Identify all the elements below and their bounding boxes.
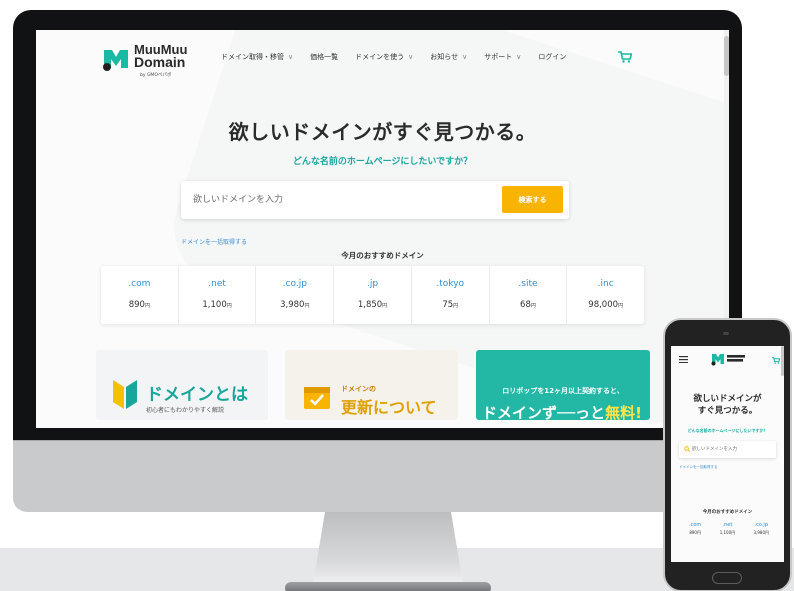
nav-item-use-domain[interactable]: ドメインを使う ∨ <box>355 52 413 62</box>
logo-line2: Domain <box>134 54 186 70</box>
cart-icon[interactable] <box>772 357 780 364</box>
mobile-recommended-title: 今月のおすすめドメイン <box>702 510 753 515</box>
mobile-title-line1: 欲しいドメインが <box>693 394 762 404</box>
nav-item-support[interactable]: サポート ∨ <box>484 52 521 62</box>
nav-label: お知らせ <box>430 53 459 61</box>
tld-item[interactable]: .com 890円 <box>101 266 179 324</box>
tld-name: .tokyo <box>436 279 465 289</box>
desktop-monitor: MuuMuu Domain by GMOペパボ ドメイン取得・移管 ∨ 価格一覧 … <box>13 10 742 591</box>
monitor-stand <box>313 512 463 584</box>
nav-label: 価格一覧 <box>310 53 339 61</box>
logo-sublabel: by GMOペパボ <box>140 73 172 78</box>
mobile-search-input[interactable] <box>692 441 772 458</box>
hero-title: 欲しいドメインがすぐ見つかる。 <box>228 120 537 144</box>
nav-label: ドメイン取得・移管 <box>221 53 284 61</box>
banner-free-domain[interactable]: ロリポップを12ヶ月以上契約すると、 ドメインず──っと無料! <box>476 350 650 422</box>
domain-search-input[interactable] <box>193 181 493 219</box>
domain-search-box: 検索する <box>181 181 569 219</box>
tld-price: 68円 <box>520 300 536 310</box>
tld-name: .net <box>208 279 226 289</box>
mobile-tld-list: .com 890円 .net 1,100円 .co.jp 3,980円 <box>689 522 769 536</box>
chevron-down-icon: ∨ <box>408 53 414 61</box>
tld-name: .net <box>722 522 733 528</box>
tld-name: .co.jp <box>282 279 307 289</box>
tld-item[interactable]: .net 1,100円 <box>720 522 735 536</box>
cart-icon[interactable] <box>618 51 632 63</box>
recommended-tld-card: .com 890円 .net 1,100円 .co.jp 3,980円 .jp 1,85… <box>101 266 644 324</box>
monitor-chin <box>13 440 742 512</box>
logo-wordmark: MuuMuu Domain <box>134 43 187 69</box>
tld-price: 1,850円 <box>357 300 388 310</box>
tld-item[interactable]: .co.jp 3,980円 <box>256 266 335 324</box>
banner1-subtitle: 初心者にもわかりやすく解説 <box>146 407 225 414</box>
tld-item[interactable]: .jp 1,850円 <box>334 266 412 324</box>
muumuu-logo-icon <box>103 50 128 71</box>
mobile-phone: 欲しいドメインが すぐ見つかる。 どんな名前のホームページにしたいですか？ ドメ… <box>663 318 792 591</box>
chevron-down-icon: ∨ <box>288 53 294 61</box>
nav-item-login[interactable]: ログイン <box>538 52 566 62</box>
banner-what-is-domain[interactable]: ドメインとは 初心者にもわかりやすく解説 <box>96 350 268 420</box>
banner2-title: 更新について <box>341 398 437 417</box>
muumuu-logo-icon[interactable] <box>711 352 751 366</box>
tld-item[interactable]: .com 890円 <box>689 522 701 536</box>
chevron-down-icon: ∨ <box>516 53 522 61</box>
mobile-hero-subtitle: どんな名前のホームページにしたいですか？ <box>687 428 768 433</box>
site-logo[interactable]: MuuMuu Domain by GMOペパボ <box>96 42 196 82</box>
tld-name: .site <box>518 279 538 289</box>
nav-label: ログイン <box>538 53 567 61</box>
tld-name: .inc <box>597 279 614 289</box>
tld-item[interactable]: .tokyo 75円 <box>412 266 490 324</box>
main-nav: ドメイン取得・移管 ∨ 価格一覧 ドメインを使う ∨ お知らせ ∨ サポート ∨ ログイ… <box>221 52 583 62</box>
tld-price: 1,100円 <box>202 300 232 310</box>
tld-price: 3,980円 <box>280 300 310 310</box>
nav-item-price-list[interactable]: 価格一覧 <box>310 52 338 62</box>
desktop-screen: MuuMuu Domain by GMOペパボ ドメイン取得・移管 ∨ 価格一覧 … <box>36 30 729 428</box>
phone-home-button[interactable] <box>712 572 742 584</box>
mobile-scrollbar[interactable] <box>781 346 784 376</box>
tld-name: .com <box>689 522 702 528</box>
tld-price: 890円 <box>689 530 701 535</box>
tld-price: 1,100円 <box>719 530 736 535</box>
chevron-down-icon: ∨ <box>462 53 468 61</box>
device-mockup-stage: MuuMuu Domain by GMOペパボ ドメイン取得・移管 ∨ 価格一覧 … <box>0 0 794 591</box>
tld-price: 3,980円 <box>753 530 769 535</box>
calendar-check-icon <box>304 387 330 409</box>
site-header: MuuMuu Domain by GMOペパボ ドメイン取得・移管 ∨ 価格一覧 … <box>96 42 656 82</box>
banner1-title: ドメインとは <box>146 385 248 405</box>
mobile-title-line2: すぐ見つかる。 <box>697 406 758 416</box>
banner2-small: ドメインの <box>341 385 376 393</box>
bulk-register-link[interactable]: ドメインを一括取得する <box>181 237 247 246</box>
mobile-bulk-register-link[interactable]: ドメインを一括取得する <box>679 465 718 470</box>
phone-speaker <box>723 332 729 335</box>
tld-name: .co.jp <box>754 522 768 528</box>
tld-price: 98,000円 <box>588 300 624 310</box>
recommended-title: 今月のおすすめドメイン <box>341 251 424 260</box>
search-button[interactable]: 検索する <box>502 186 563 213</box>
tld-name: .com <box>128 279 151 289</box>
mobile-hero-title: 欲しいドメインが すぐ見つかる。 <box>671 393 784 417</box>
beginner-mark-icon <box>113 380 137 409</box>
hero-subtitle: どんな名前のホームページにしたいですか？ <box>292 157 473 167</box>
tld-item[interactable]: .co.jp 3,980円 <box>754 522 769 536</box>
tld-item[interactable]: .net 1,100円 <box>179 266 257 324</box>
scrollbar-thumb[interactable] <box>724 36 729 76</box>
mobile-search-box <box>679 441 776 458</box>
hamburger-menu-icon[interactable] <box>679 356 688 363</box>
nav-item-news[interactable]: お知らせ ∨ <box>430 52 467 62</box>
mobile-screen: 欲しいドメインが すぐ見つかる。 どんな名前のホームページにしたいですか？ ドメ… <box>671 346 784 562</box>
banner3-title: ドメインず──っと無料! <box>482 404 642 422</box>
monitor-stand-base <box>285 582 491 591</box>
nav-item-domain-register[interactable]: ドメイン取得・移管 ∨ <box>221 52 293 62</box>
nav-label: ドメインを使う <box>355 53 405 61</box>
banner-domain-renewal[interactable]: ドメインの 更新について <box>285 350 458 420</box>
nav-label: サポート <box>484 53 513 61</box>
tld-item[interactable]: .inc 98,000円 <box>567 266 644 324</box>
tld-name: .jp <box>366 279 379 289</box>
tld-price: 890円 <box>128 300 150 310</box>
banner3-small: ロリポップを12ヶ月以上契約すると、 <box>502 387 624 395</box>
tld-item[interactable]: .site 68円 <box>490 266 568 324</box>
search-icon <box>684 446 690 452</box>
tld-price: 75円 <box>442 300 459 310</box>
